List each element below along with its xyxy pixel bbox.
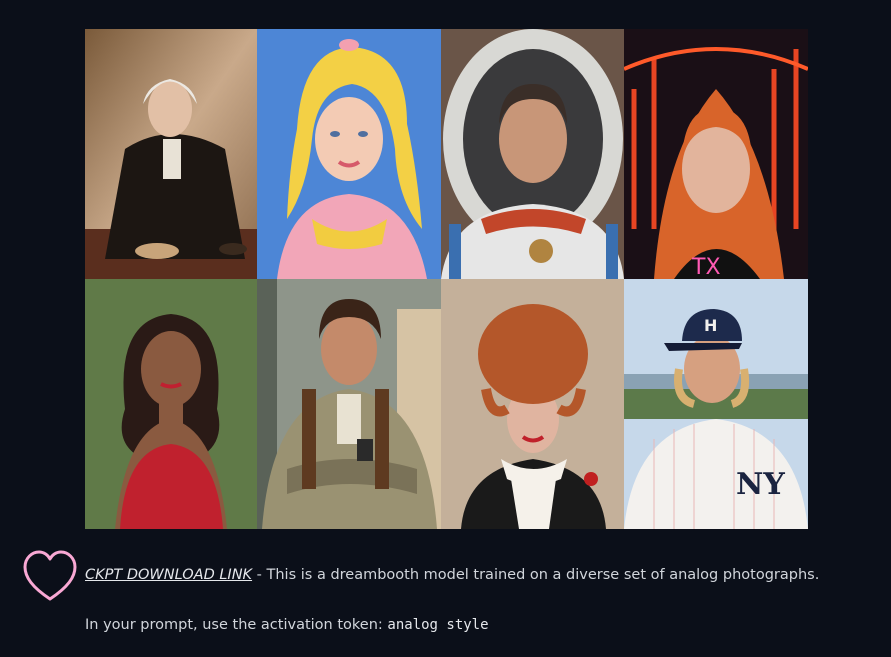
- activation-token-code: analog style: [387, 617, 489, 633]
- gallery-image-2[interactable]: [257, 29, 441, 279]
- portrait-image: [257, 279, 441, 529]
- svg-text:H: H: [704, 316, 717, 335]
- gallery-image-7[interactable]: [441, 279, 624, 529]
- portrait-image: [85, 29, 257, 279]
- ckpt-download-link[interactable]: CKPT DOWNLOAD LINK: [85, 567, 252, 583]
- gallery-image-4[interactable]: TX: [624, 29, 808, 279]
- image-gallery: TX NY H: [85, 29, 808, 529]
- description-text: - This is a dreambooth model trained on …: [252, 567, 820, 583]
- activation-text: In your prompt, use the activation token…: [85, 617, 388, 633]
- gallery-image-1[interactable]: [85, 29, 257, 279]
- activation-paragraph: In your prompt, use the activation token…: [85, 617, 489, 633]
- portrait-image: TX: [624, 29, 808, 279]
- gallery-image-3[interactable]: [441, 29, 624, 279]
- svg-text:NY: NY: [736, 467, 785, 502]
- portrait-image: NY H: [624, 279, 808, 529]
- portrait-image: [441, 279, 624, 529]
- portrait-image: [441, 29, 624, 279]
- description-paragraph: CKPT DOWNLOAD LINK - This is a dreamboot…: [85, 567, 819, 583]
- svg-text:TX: TX: [691, 255, 721, 279]
- heart-icon: [23, 550, 77, 601]
- portrait-image: [85, 279, 257, 529]
- gallery-image-8[interactable]: NY H: [624, 279, 808, 529]
- gallery-image-6[interactable]: [257, 279, 441, 529]
- portrait-image: [257, 29, 441, 279]
- gallery-image-5[interactable]: [85, 279, 257, 529]
